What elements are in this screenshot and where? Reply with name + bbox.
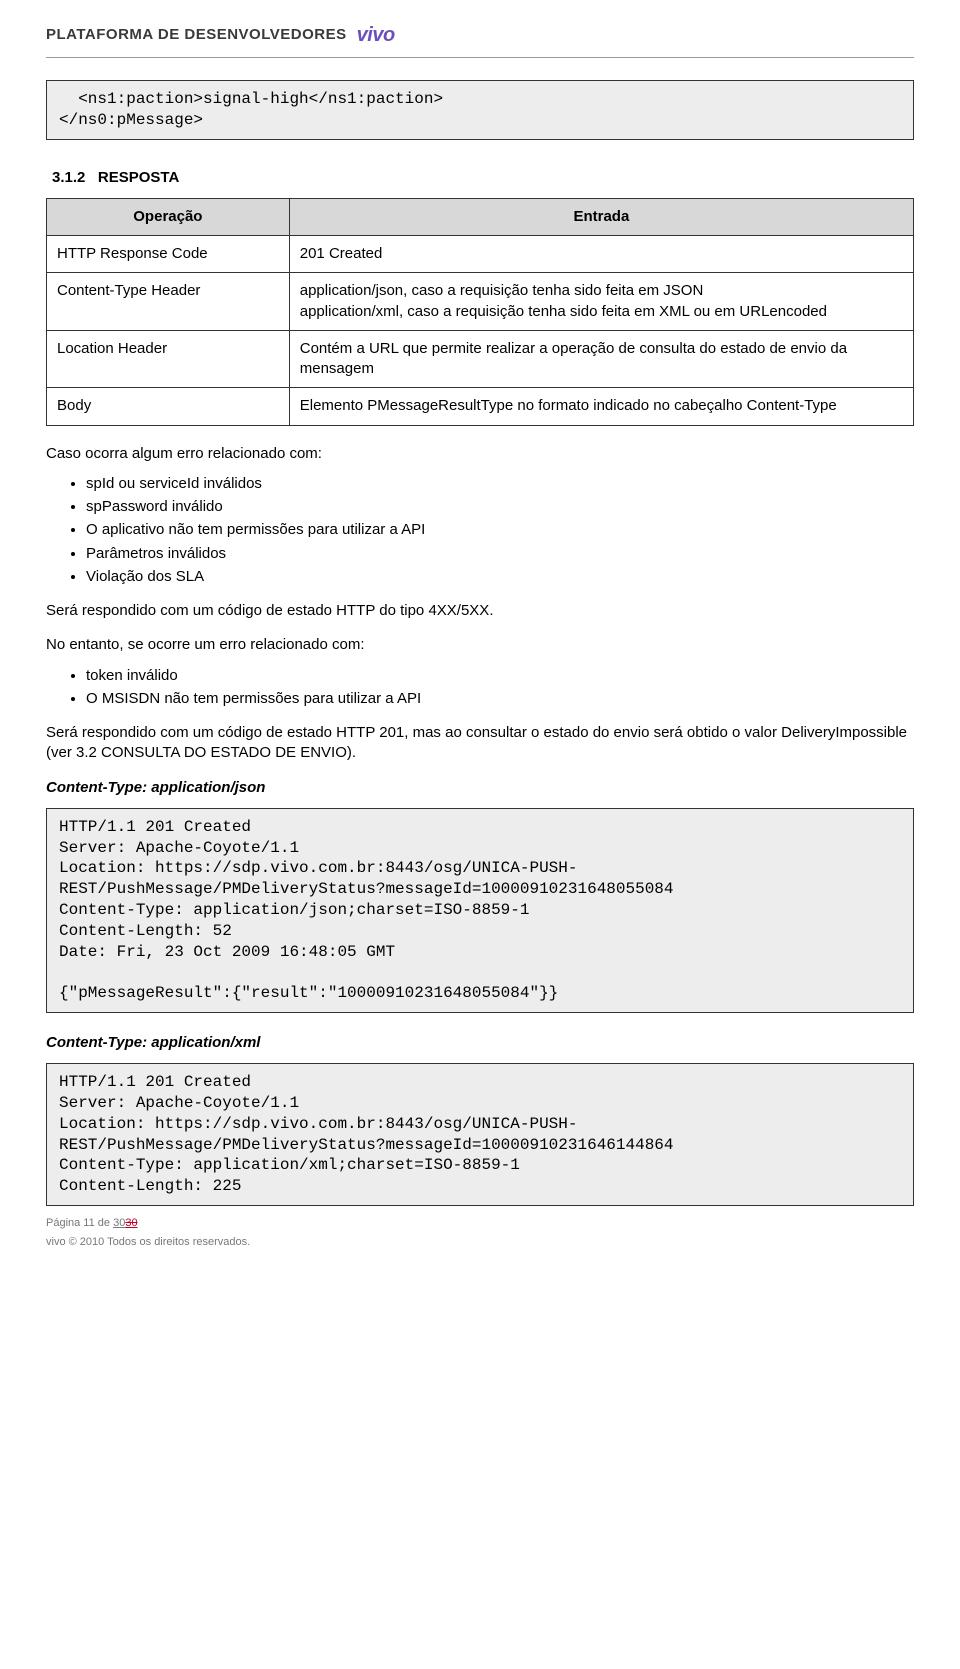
section-number: 3.1.2 [52,169,85,186]
table-row: Body Elemento PMessageResultType no form… [47,388,914,425]
table-row: Content-Type Header application/json, ca… [47,273,914,331]
section-name: RESPOSTA [98,169,179,186]
table-row: HTTP Response Code 201 Created [47,236,914,273]
paragraph-however: No entanto, se ocorre um erro relacionad… [46,635,914,655]
table-header-row: Operação Entrada [47,198,914,235]
table-cell-op: Content-Type Header [47,273,290,331]
table-cell-ent: Elemento PMessageResultType no formato i… [289,388,913,425]
content-type-xml-heading: Content-Type: application/xml [46,1033,914,1053]
table-cell-ent: 201 Created [289,236,913,273]
paragraph-error-intro: Caso ocorra algum erro relacionado com: [46,444,914,464]
header-title: PLATAFORMA DE DESENVOLVEDORES [46,25,347,45]
page-prefix: Página 11 de [46,1217,113,1229]
page-number: Página 11 de 3030 [46,1216,914,1231]
table-cell-op: Body [47,388,290,425]
list-item: O MSISDN não tem permissões para utiliza… [86,689,914,709]
list-item: token inválido [86,666,914,686]
brand-logo: vivo [357,22,395,49]
content-type-json-heading: Content-Type: application/json [46,778,914,798]
table-header-entry: Entrada [289,198,913,235]
table-cell-op: Location Header [47,330,290,388]
section-heading: 3.1.2 RESPOSTA [52,168,914,188]
copyright: vivo © 2010 Todos os direitos reservados… [46,1235,914,1250]
page-footer: Página 11 de 3030 vivo © 2010 Todos os d… [46,1216,914,1250]
error-list-1: spId ou serviceId inválidos spPassword i… [86,474,914,587]
page-total-b: 30 [125,1217,137,1229]
table-header-operation: Operação [47,198,290,235]
list-item: spId ou serviceId inválidos [86,474,914,494]
list-item: O aplicativo não tem permissões para uti… [86,520,914,540]
table-row: Location Header Contém a URL que permite… [47,330,914,388]
list-item: Parâmetros inválidos [86,544,914,564]
list-item: Violação dos SLA [86,567,914,587]
page-total-a: 30 [113,1217,125,1229]
code-block-request: <ns1:paction>signal-high</ns1:paction> <… [46,80,914,140]
code-block-json-response: HTTP/1.1 201 Created Server: Apache-Coyo… [46,808,914,1013]
page-header: PLATAFORMA DE DESENVOLVEDORES vivo [46,22,914,58]
table-cell-op: HTTP Response Code [47,236,290,273]
paragraph-201: Será respondido com um código de estado … [46,723,914,764]
paragraph-4xx: Será respondido com um código de estado … [46,601,914,621]
table-cell-ent: Contém a URL que permite realizar a oper… [289,330,913,388]
error-list-2: token inválido O MSISDN não tem permissõ… [86,666,914,710]
table-cell-ent: application/json, caso a requisição tenh… [289,273,913,331]
response-table: Operação Entrada HTTP Response Code 201 … [46,198,914,426]
list-item: spPassword inválido [86,497,914,517]
code-block-xml-response: HTTP/1.1 201 Created Server: Apache-Coyo… [46,1063,914,1206]
